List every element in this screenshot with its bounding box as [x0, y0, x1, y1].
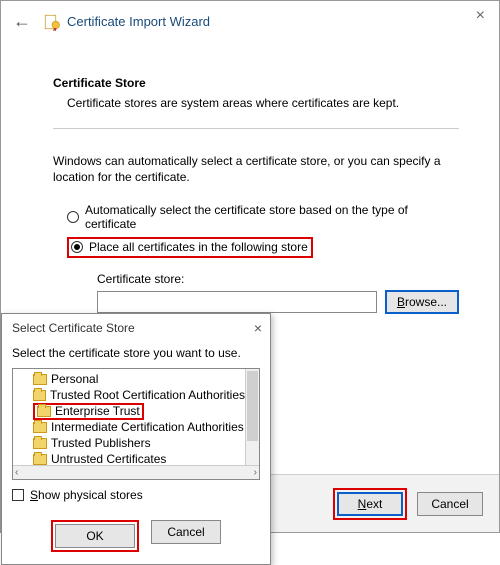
tree-item-trusted-publishers[interactable]: Trusted Publishers	[15, 435, 245, 451]
close-icon[interactable]: ×	[254, 320, 262, 336]
tree-item-label: Personal	[51, 372, 98, 386]
folder-icon	[33, 454, 47, 465]
back-arrow-icon[interactable]: ←	[13, 11, 31, 32]
highlight-place-radio: Place all certificates in the following …	[67, 237, 313, 258]
next-label: Next	[358, 497, 383, 511]
radio-auto-select[interactable]: Automatically select the certificate sto…	[67, 203, 459, 231]
scroll-left-icon[interactable]: ‹	[15, 467, 18, 478]
tree-item-label: Intermediate Certification Authorities	[51, 420, 244, 434]
radio-icon	[71, 241, 83, 253]
certificate-icon	[43, 13, 61, 31]
tree-item-label: Trusted Publishers	[51, 436, 151, 450]
radio-place-label: Place all certificates in the following …	[89, 240, 308, 254]
certificate-store-input[interactable]	[97, 291, 377, 313]
folder-icon	[37, 406, 51, 417]
dialog-cancel-button[interactable]: Cancel	[151, 520, 221, 544]
vertical-scrollbar[interactable]	[245, 369, 259, 465]
tree-item-label: Untrusted Certificates	[51, 452, 166, 466]
titlebar: ← Certificate Import Wizard	[1, 1, 499, 38]
tree-item-intermediate[interactable]: Intermediate Certification Authorities	[15, 419, 245, 435]
folder-icon	[33, 422, 47, 433]
cancel-label: Cancel	[167, 525, 204, 539]
radio-icon	[67, 211, 79, 223]
folder-icon	[33, 390, 46, 401]
dialog-instruction: Select the certificate store you want to…	[12, 346, 260, 360]
certificate-store-label: Certificate store:	[97, 272, 459, 286]
browse-button[interactable]: Browse...	[385, 290, 459, 314]
tree-item-trusted-root[interactable]: Trusted Root Certification Authorities	[15, 387, 245, 403]
ok-label: OK	[86, 529, 103, 543]
wizard-window: × ← Certificate Import Wizard Certificat…	[0, 0, 500, 533]
highlight-ok-button: OK	[51, 520, 139, 552]
store-tree[interactable]: Personal Trusted Root Certification Auth…	[12, 368, 260, 480]
scrollbar-thumb[interactable]	[247, 371, 258, 441]
ok-button[interactable]: OK	[55, 524, 135, 548]
close-icon[interactable]: ×	[476, 7, 485, 25]
browse-label: Browse...	[397, 295, 447, 309]
section-heading: Certificate Store	[53, 76, 459, 90]
next-button[interactable]: Next	[337, 492, 403, 516]
highlight-enterprise-trust: Enterprise Trust	[33, 403, 144, 420]
tree-item-personal[interactable]: Personal	[15, 371, 245, 387]
tree-item-label: Enterprise Trust	[55, 404, 140, 418]
highlight-next-button: Next	[333, 488, 407, 520]
dialog-titlebar: Select Certificate Store ×	[2, 314, 270, 342]
window-title: Certificate Import Wizard	[67, 14, 210, 29]
folder-icon	[33, 374, 47, 385]
tree-inner: Personal Trusted Root Certification Auth…	[15, 371, 245, 467]
section-description: Certificate stores are system areas wher…	[53, 96, 459, 110]
checkbox-icon	[12, 489, 24, 501]
dialog-body: Select the certificate store you want to…	[2, 342, 270, 510]
dialog-footer: OK Cancel	[2, 510, 270, 564]
cancel-label: Cancel	[431, 497, 468, 511]
show-physical-checkbox[interactable]: Show physical stores	[12, 488, 260, 502]
folder-icon	[33, 438, 47, 449]
select-store-dialog: Select Certificate Store × Select the ce…	[1, 313, 271, 565]
cancel-button[interactable]: Cancel	[417, 492, 483, 516]
horizontal-scrollbar[interactable]: ‹›	[13, 465, 259, 479]
dialog-title: Select Certificate Store	[12, 321, 135, 335]
radio-auto-label: Automatically select the certificate sto…	[85, 203, 459, 231]
store-instruction: Windows can automatically select a certi…	[53, 153, 459, 185]
divider	[53, 128, 459, 129]
tree-item-label: Trusted Root Certification Authorities	[50, 388, 245, 402]
scroll-right-icon[interactable]: ›	[254, 467, 257, 478]
radio-place-all[interactable]: Place all certificates in the following …	[67, 237, 459, 258]
show-physical-label: Show physical stores	[30, 488, 143, 502]
content-area: Certificate Store Certificate stores are…	[1, 38, 499, 314]
tree-item-enterprise-trust[interactable]: Enterprise Trust	[15, 403, 245, 419]
store-input-row: Browse...	[97, 290, 459, 314]
